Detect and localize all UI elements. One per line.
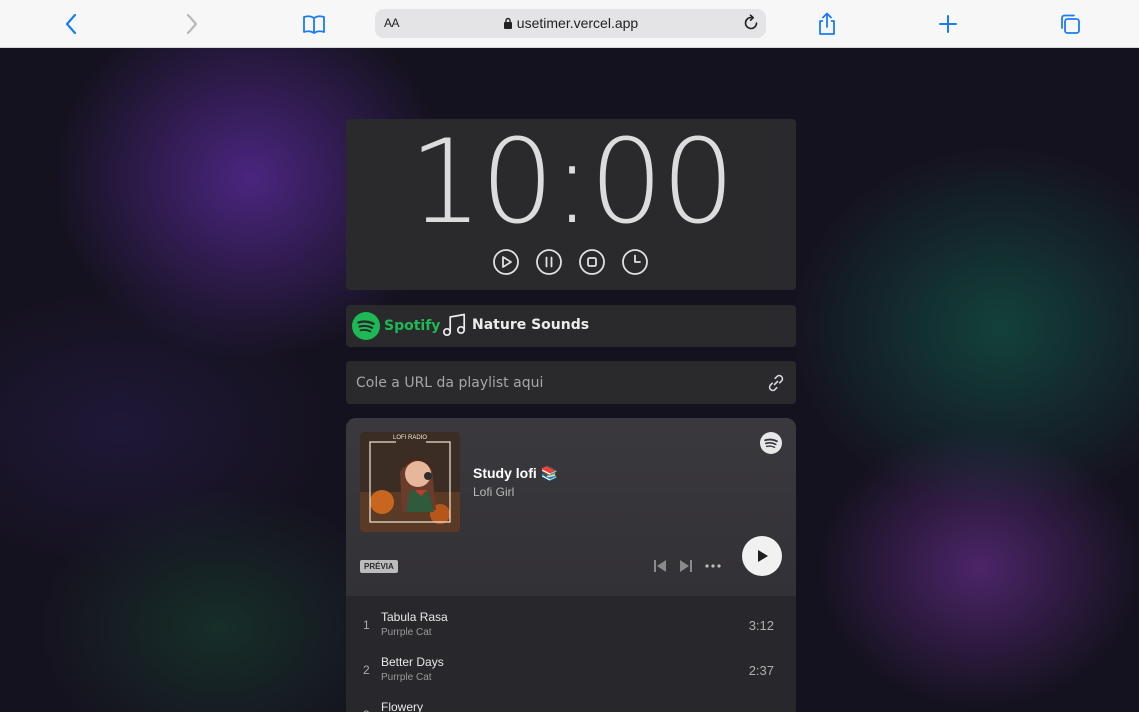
book-icon (303, 15, 325, 34)
cover-label: LOFI RADIO (392, 435, 427, 441)
web-page: 10:00 Spotify Nature Sounds Cole a URL d… (0, 48, 1139, 712)
preview-badge: PRÉVIA (360, 560, 398, 573)
spotify-embed: LOFI RADIO Study lofi 📚 Lofi Girl PRÉVIA… (346, 418, 796, 712)
share-button[interactable] (811, 8, 843, 40)
tab-spotify-label: Spotify (384, 318, 441, 334)
bookmarks-button[interactable] (298, 8, 330, 40)
track-title: Tabula Rasa (381, 610, 448, 624)
track-list: 1 Tabula Rasa Purrple Cat 3:12 2 Better … (346, 596, 796, 712)
spotify-icon (352, 312, 380, 340)
chevron-right-icon (186, 13, 198, 35)
address-bar[interactable]: AA usetimer.vercel.app (375, 9, 766, 38)
play-icon (493, 249, 519, 275)
track-artist[interactable]: Purrple Cat (381, 672, 432, 683)
playlist-cover[interactable]: LOFI RADIO (360, 432, 460, 532)
tab-nature-label: Nature Sounds (472, 317, 590, 333)
track-number: 2 (363, 663, 370, 677)
track-number: 3 (363, 708, 370, 712)
timer-panel: 10:00 (346, 119, 796, 290)
track-row[interactable]: 1 Tabula Rasa Purrple Cat 3:12 (346, 604, 796, 648)
tabs-icon (1061, 14, 1080, 34)
skip-back-icon[interactable] (652, 558, 668, 574)
plus-icon (939, 15, 957, 33)
browser-toolbar: AA usetimer.vercel.app (0, 0, 1139, 48)
track-row[interactable]: 3 Flowery (346, 694, 796, 712)
timer-controls (492, 248, 649, 276)
embed-controls (652, 558, 722, 574)
playlist-url-panel (346, 361, 796, 404)
forward-button[interactable] (176, 8, 208, 40)
back-button[interactable] (55, 8, 87, 40)
lofi-girl-cover-art (360, 432, 460, 532)
set-time-button[interactable] (621, 248, 649, 276)
embed-header: LOFI RADIO Study lofi 📚 Lofi Girl PRÉVIA (346, 418, 796, 596)
stop-icon (579, 249, 605, 275)
pause-button[interactable] (535, 248, 563, 276)
music-note-icon (442, 313, 466, 337)
link-icon[interactable] (766, 373, 786, 393)
playlist-title[interactable]: Study lofi 📚 (473, 465, 558, 482)
spotify-logo-icon[interactable] (760, 432, 782, 454)
start-button[interactable] (492, 248, 520, 276)
stop-button[interactable] (578, 248, 606, 276)
embed-play-button[interactable] (742, 536, 782, 576)
track-artist[interactable]: Purrple Cat (381, 627, 432, 638)
playlist-owner[interactable]: Lofi Girl (473, 485, 514, 499)
reload-icon[interactable] (742, 14, 760, 32)
playlist-url-input[interactable] (356, 361, 756, 404)
track-title: Better Days (381, 655, 444, 669)
track-row[interactable]: 2 Better Days Purrple Cat 2:37 (346, 649, 796, 693)
more-options-icon[interactable] (704, 558, 722, 574)
new-tab-button[interactable] (932, 8, 964, 40)
track-number: 1 (363, 618, 370, 632)
track-duration: 3:12 (748, 618, 774, 633)
url-text: usetimer.vercel.app (516, 15, 639, 31)
play-icon (758, 550, 768, 562)
track-title: Flowery (381, 700, 424, 712)
tabs-overview-button[interactable] (1054, 8, 1086, 40)
track-duration: 2:37 (748, 663, 774, 678)
source-tabs: Spotify Nature Sounds (346, 305, 796, 347)
share-icon (819, 12, 835, 35)
clock-icon (622, 249, 648, 275)
timer-display: 10:00 (408, 115, 735, 250)
pause-icon (536, 249, 562, 275)
tab-nature-sounds[interactable]: Nature Sounds (442, 312, 589, 338)
url-host: usetimer.vercel.app (375, 15, 766, 31)
tab-spotify[interactable]: Spotify (352, 312, 440, 340)
chevron-left-icon (65, 13, 77, 35)
lock-icon (503, 17, 512, 29)
skip-forward-icon[interactable] (678, 558, 694, 574)
